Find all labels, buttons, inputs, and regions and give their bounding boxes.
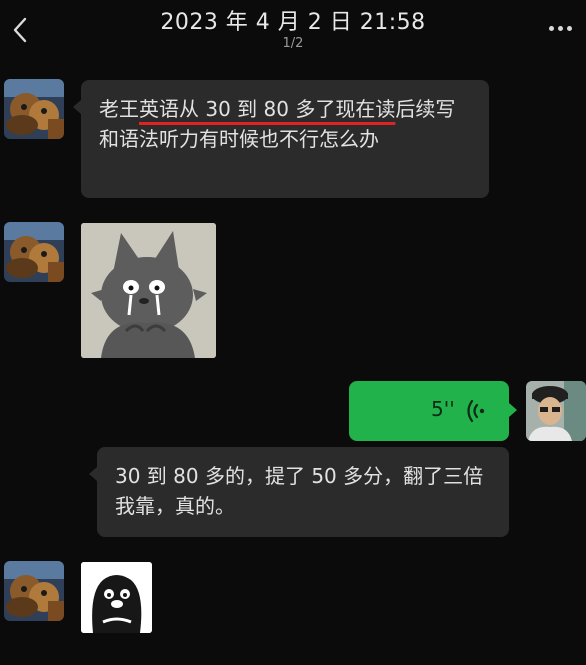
message-bubble-received[interactable]: 老王英语从 30 到 80 多了现在读后续写和语法听力有时候也不行怎么办 [73,80,489,198]
dot [548,25,554,31]
highlighted-text: 英语从 30 到 80 多了现在读 [139,97,396,121]
dog-avatar-icon [4,561,64,621]
contact-avatar[interactable] [4,79,64,139]
page-indicator: 1/2 [282,36,304,51]
dog-avatar-icon [4,222,64,282]
more-options-button[interactable] [544,16,576,40]
voice-duration: 5'' [431,397,455,421]
crying-wolf-icon [81,223,216,358]
penguin-icon [81,562,152,633]
top-bar: 2023 年 4 月 2 日 21:58 1/2 [0,0,586,64]
self-avatar[interactable] [526,381,586,441]
contact-avatar[interactable] [4,222,64,282]
voice-message-bubble[interactable]: 5'' [349,381,517,441]
message-text-part: 老王 [99,97,139,121]
message-bubble-text[interactable]: 30 到 80 多的，提了 50 多分，翻了三倍我靠，真的。 [89,447,509,537]
contact-avatar[interactable] [4,561,64,621]
crying-wolf-sticker[interactable] [81,223,216,358]
dog-avatar-icon [4,79,64,139]
person-avatar-icon [526,381,586,441]
message-text: 30 到 80 多的，提了 50 多分，翻了三倍我靠，真的。 [115,464,484,518]
dot [566,25,572,31]
chat-date-title: 2023 年 4 月 2 日 21:58 [160,10,426,35]
voice-wave-icon [467,399,485,423]
penguin-sticker[interactable] [81,562,152,633]
dot [557,25,563,31]
